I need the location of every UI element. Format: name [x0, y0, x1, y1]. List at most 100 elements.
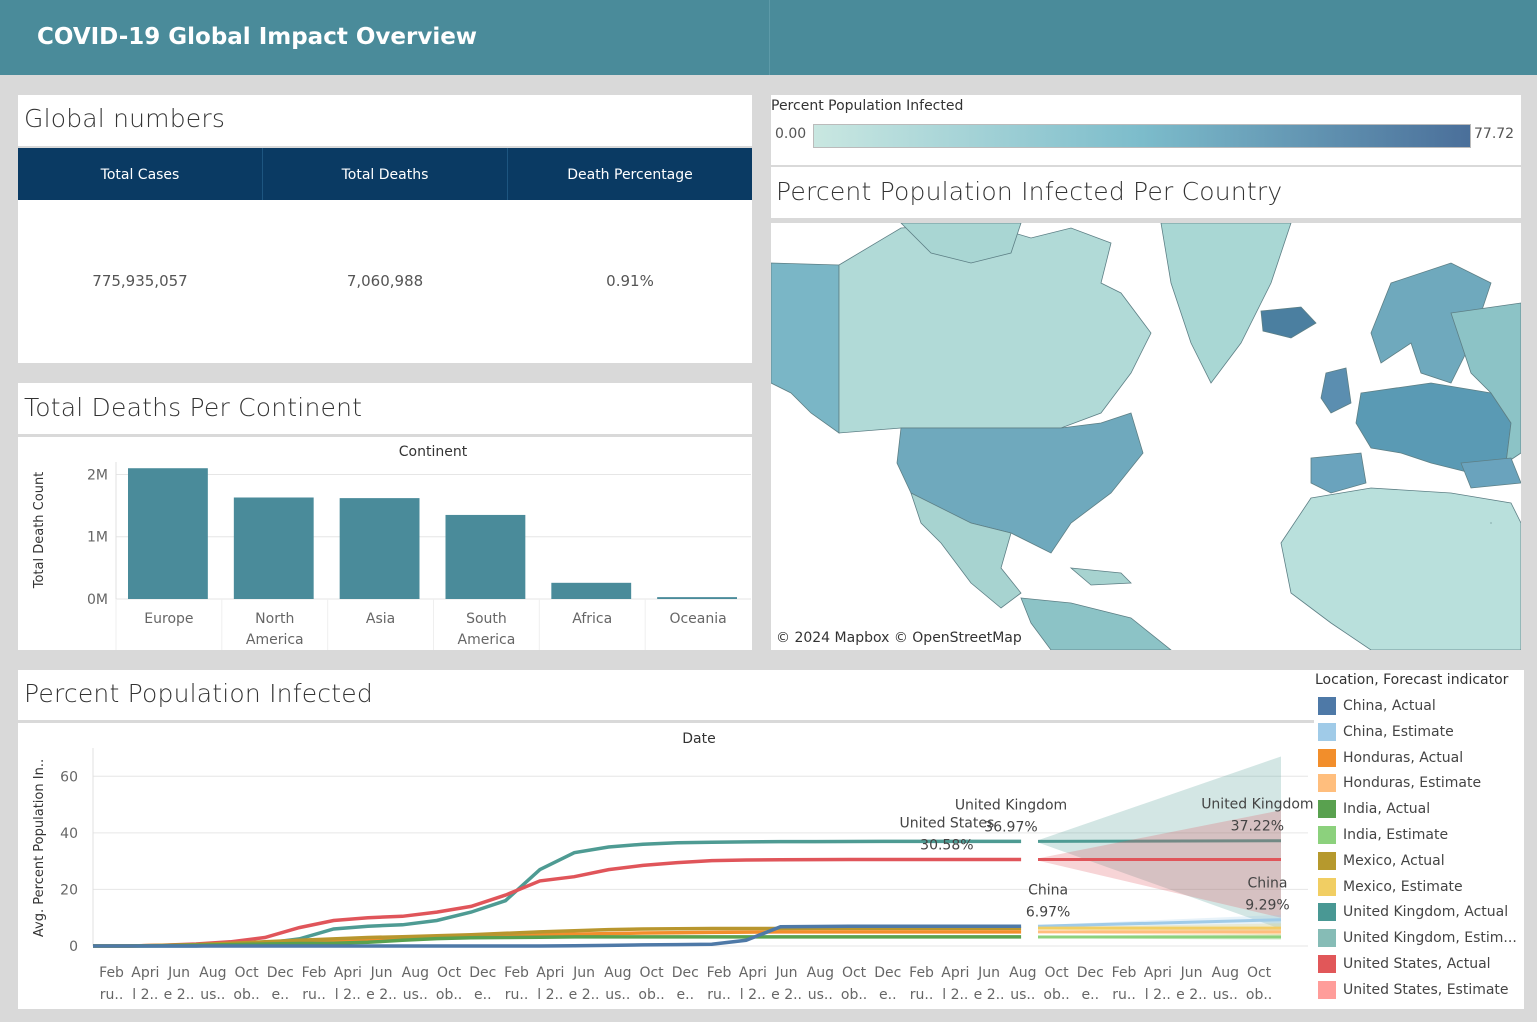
deaths-continent-title-panel: Total Deaths Per Continent	[18, 383, 752, 434]
line-xtick-sublabel: us..	[605, 987, 630, 1003]
line-xtick-label: Jun	[370, 965, 393, 981]
legend-item-china-estimate[interactable]: China, Estimate	[1318, 722, 1454, 742]
bar-ytick-label: 0M	[87, 592, 108, 608]
map-legend-title: Percent Population Infected	[771, 98, 964, 114]
line-xtick-sublabel: e..	[272, 987, 290, 1003]
line-xtick-sublabel: us..	[403, 987, 428, 1003]
line-xtick-sublabel: ru..	[707, 987, 731, 1003]
line-xtick-label: Dec	[874, 965, 901, 981]
bar-category-label: Africa	[572, 611, 612, 627]
bar-category-label: Oceania	[669, 611, 726, 627]
line-xtick-sublabel: e..	[879, 987, 897, 1003]
legend-label: China, Actual	[1343, 698, 1436, 714]
legend-item-honduras-actual[interactable]: Honduras, Actual	[1318, 748, 1463, 768]
line-xtick-sublabel: us..	[808, 987, 833, 1003]
global-numbers-header-row: Total Cases Total Deaths Death Percentag…	[18, 148, 752, 200]
line-xtick-label: Aug	[604, 965, 631, 981]
line-xtick-sublabel: us..	[1010, 987, 1035, 1003]
total-deaths-header[interactable]: Total Deaths	[263, 148, 507, 200]
line-xtick-label: Apri	[1144, 965, 1172, 981]
bar-africa	[551, 582, 632, 599]
map-region-iberia	[1310, 452, 1367, 494]
total-cases-header[interactable]: Total Cases	[18, 148, 262, 200]
line-chart-header: Date	[682, 731, 715, 747]
annotation-label: United Kingdom	[955, 797, 1067, 813]
legend-item-honduras-estimate[interactable]: Honduras, Estimate	[1318, 773, 1481, 793]
death-percentage-value: 0.91%	[606, 272, 654, 290]
death-percentage-header[interactable]: Death Percentage	[508, 148, 752, 200]
legend-item-united-states-actual[interactable]: United States, Actual	[1318, 954, 1491, 974]
line-xtick-sublabel: ob..	[1246, 987, 1272, 1003]
percent-population-infected-chart[interactable]: Date Avg. Percent Population In.. 0 20 40 60 U…	[18, 723, 1314, 1009]
legend-item-united-states-estimate[interactable]: United States, Estimate	[1318, 980, 1509, 1000]
line-xtick-label: Oct	[842, 965, 867, 981]
bar-category-label: America	[246, 632, 304, 648]
map-legend-min: 0.00	[775, 126, 807, 142]
bar-chart-header: Continent	[399, 444, 468, 460]
line-xtick-sublabel: e 2..	[1176, 987, 1207, 1003]
line-ytick-label: 60	[60, 769, 78, 785]
legend-swatch	[1318, 877, 1336, 896]
legend-item-china-actual[interactable]: China, Actual	[1318, 696, 1436, 716]
line-xtick-label: Aug	[1009, 965, 1036, 981]
line-xtick-label: Jun	[167, 965, 190, 981]
line-xtick-label: Aug	[1212, 965, 1239, 981]
line-xtick-label: Dec	[267, 965, 294, 981]
infected-chart-panel: Date Avg. Percent Population In.. 0 20 40 60 U…	[18, 723, 1314, 1009]
legend-label: United Kingdom, Actual	[1343, 904, 1509, 921]
legend-item-mexico-estimate[interactable]: Mexico, Estimate	[1318, 877, 1463, 897]
legend-swatch	[1318, 929, 1336, 948]
infected-title-panel: Percent Population Infected	[18, 670, 1314, 720]
line-xtick-label: Oct	[437, 965, 462, 981]
legend-item-united-kingdom-actual[interactable]: United Kingdom, Actual	[1318, 902, 1508, 922]
bar-category-label: America	[458, 632, 516, 648]
line-xtick-sublabel: e..	[1082, 987, 1100, 1003]
line-xtick-sublabel: e 2..	[974, 987, 1005, 1003]
line-xtick-label: Apri	[536, 965, 564, 981]
line-xtick-label: Oct	[1247, 965, 1272, 981]
line-xtick-label: Oct	[234, 965, 259, 981]
legend-label: United Kingdom, Estim...	[1343, 930, 1517, 947]
global-numbers-title: Global numbers	[24, 104, 226, 133]
legend-swatch	[1318, 800, 1336, 819]
line-xtick-sublabel: l 2..	[740, 987, 766, 1003]
map-region-iceland	[1260, 306, 1317, 339]
line-xtick-sublabel: ob..	[1043, 987, 1069, 1003]
bar-oceania	[657, 597, 737, 599]
legend-swatch	[1318, 955, 1336, 973]
legend-swatch	[1318, 748, 1336, 767]
legend-swatch	[1318, 722, 1336, 741]
map-title-panel: Percent Population Infected Per Country	[771, 167, 1521, 218]
bar-europe	[128, 468, 208, 599]
bar-ytick-label: 2M	[87, 467, 108, 483]
annotation-value: 37.22%	[1231, 819, 1284, 835]
line-xtick-label: Dec	[469, 965, 496, 981]
annotation-value: 9.29%	[1245, 898, 1289, 914]
legend-item-mexico-actual[interactable]: Mexico, Actual	[1318, 851, 1445, 871]
legend-swatch	[1318, 697, 1336, 715]
legend-item-india-estimate[interactable]: India, Estimate	[1318, 825, 1448, 845]
line-xtick-sublabel: l 2..	[942, 987, 968, 1003]
deaths-continent-title: Total Deaths Per Continent	[24, 393, 363, 422]
line-xtick-sublabel: l 2..	[335, 987, 361, 1003]
line-legend-title: Location, Forecast indicator	[1315, 672, 1509, 688]
legend-item-india-actual[interactable]: India, Actual	[1318, 799, 1430, 819]
line-xtick-label: Jun	[775, 965, 798, 981]
dashboard-title: COVID-19 Global Impact Overview	[37, 24, 478, 50]
annotation-value: 30.58%	[920, 838, 973, 854]
annotation-label: United Kingdom	[1201, 797, 1313, 813]
line-xtick-label: Feb	[707, 965, 732, 981]
deaths-per-continent-chart[interactable]: Continent Total Death Count 0M 1M 2M Europe No…	[18, 437, 752, 650]
bar-south-america	[445, 514, 526, 599]
line-xtick-label: Jun	[572, 965, 595, 981]
map-attribution[interactable]: © 2024 Mapbox © OpenStreetMap	[776, 630, 1022, 646]
map-region-europe	[1355, 382, 1512, 474]
world-map[interactable]: © 2024 Mapbox © OpenStreetMap	[771, 223, 1521, 650]
annotation-value: 6.97%	[1026, 904, 1070, 920]
line-xtick-sublabel: ob..	[841, 987, 867, 1003]
legend-item-united-kingdom-estim-[interactable]: United Kingdom, Estim...	[1318, 928, 1517, 948]
annotation-label: United States	[899, 816, 994, 832]
line-xtick-label: Apri	[334, 965, 362, 981]
bar-category-label: South	[466, 611, 507, 627]
map-region-united-kingdom	[1320, 367, 1352, 414]
